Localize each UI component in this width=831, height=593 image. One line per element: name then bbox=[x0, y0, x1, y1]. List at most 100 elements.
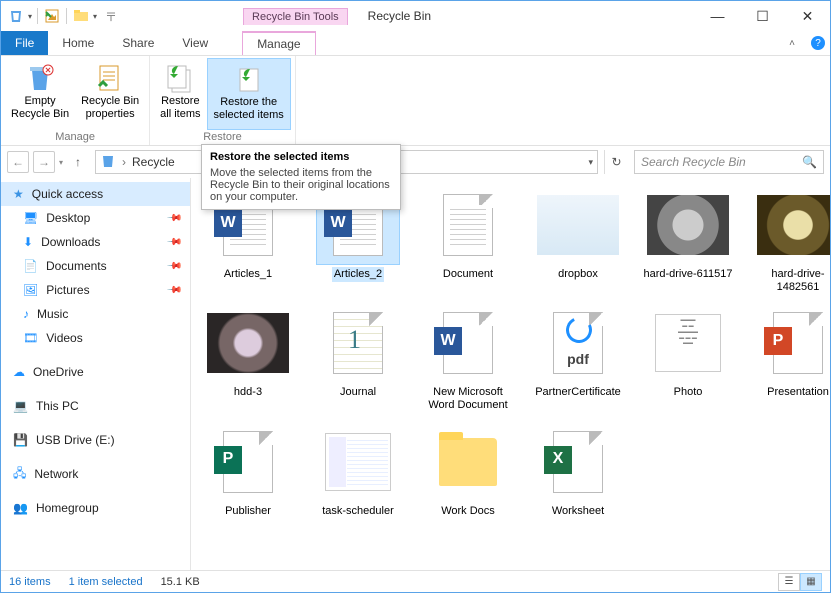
restore-all-icon bbox=[164, 61, 196, 95]
downloads-icon: ⬇ bbox=[23, 235, 33, 249]
qat-menu-icon[interactable]: ▾ bbox=[28, 12, 32, 21]
sidebar-music[interactable]: ♪Music bbox=[1, 302, 190, 326]
ribbon-label: Restore all items bbox=[160, 95, 200, 120]
forward-button[interactable]: → bbox=[33, 151, 55, 173]
recycle-bin-properties-button[interactable]: Recycle Bin properties bbox=[75, 58, 145, 130]
file-list[interactable]: WArticles_1 WArticles_2 Document dropbox… bbox=[191, 178, 830, 570]
sidebar-downloads[interactable]: ⬇Downloads📌 bbox=[1, 230, 190, 254]
tab-manage[interactable]: Manage bbox=[242, 31, 315, 55]
quick-access-toolbar: ▾ ▾ 〒 bbox=[1, 7, 123, 25]
onedrive-icon: ☁ bbox=[13, 365, 25, 379]
sidebar-pictures[interactable]: 🖼Pictures📌 bbox=[1, 278, 190, 302]
address-bar-row: ← → ▾ ↑ › Recycle ▾ ↻ Search Recycle Bin… bbox=[1, 146, 830, 178]
qat-overflow-icon[interactable]: 〒 bbox=[105, 8, 117, 25]
tab-home[interactable]: Home bbox=[48, 31, 108, 55]
sidebar-documents[interactable]: 📄Documents📌 bbox=[1, 254, 190, 278]
back-button[interactable]: ← bbox=[7, 151, 29, 173]
homegroup-icon: 👥 bbox=[13, 501, 28, 515]
chevron-down-icon[interactable]: ▾ bbox=[93, 12, 97, 21]
file-item[interactable]: ▬▬▬▬ ▬▬▬▬▬▬ ▬ ▬▬▬Photo bbox=[639, 304, 737, 412]
details-view-button[interactable]: ☰ bbox=[778, 573, 800, 591]
recycle-bin-icon[interactable] bbox=[7, 7, 25, 25]
tooltip-title: Restore the selected items bbox=[210, 151, 392, 163]
file-item[interactable]: 1Journal bbox=[309, 304, 407, 412]
tab-view[interactable]: View bbox=[168, 31, 222, 55]
status-size: 15.1 KB bbox=[161, 576, 200, 588]
restore-selected-items-button[interactable]: Restore the selected items bbox=[207, 58, 291, 130]
maximize-button[interactable]: ☐ bbox=[740, 1, 785, 31]
file-item[interactable]: Work Docs bbox=[419, 423, 517, 519]
file-item[interactable]: XWorksheet bbox=[529, 423, 627, 519]
history-dropdown-icon[interactable]: ▾ bbox=[59, 158, 63, 167]
usb-icon: 💾 bbox=[13, 433, 28, 447]
sidebar-quick-access[interactable]: ★Quick access bbox=[1, 182, 190, 206]
context-tab-label: Recycle Bin Tools bbox=[243, 8, 348, 25]
empty-recycle-bin-button[interactable]: Empty Recycle Bin bbox=[5, 58, 75, 130]
ribbon-label: Recycle Bin properties bbox=[81, 95, 139, 120]
file-item[interactable]: WNew Microsoft Word Document bbox=[419, 304, 517, 412]
file-item[interactable]: PPresentation bbox=[749, 304, 830, 412]
file-item[interactable]: hdd-3 bbox=[199, 304, 297, 412]
videos-icon: 🎞 bbox=[23, 331, 38, 345]
network-icon: 🖧 bbox=[13, 464, 26, 485]
tab-share[interactable]: Share bbox=[108, 31, 168, 55]
pin-icon: 📌 bbox=[165, 282, 182, 299]
status-bar: 16 items 1 item selected 15.1 KB ☰ ▦ bbox=[1, 570, 830, 592]
music-icon: ♪ bbox=[23, 307, 29, 321]
file-item[interactable]: dropbox bbox=[529, 186, 627, 294]
file-item[interactable]: task-scheduler bbox=[309, 423, 407, 519]
pin-icon: 📌 bbox=[165, 210, 182, 227]
properties-qat-icon[interactable] bbox=[43, 7, 61, 25]
star-icon: ★ bbox=[13, 187, 24, 201]
status-selected-count: 1 item selected bbox=[69, 576, 143, 588]
desktop-icon: 🖥 bbox=[23, 211, 38, 225]
empty-bin-icon bbox=[24, 61, 56, 95]
tab-file[interactable]: File bbox=[1, 31, 48, 55]
close-button[interactable]: ✕ bbox=[785, 1, 830, 31]
search-icon: 🔍 bbox=[802, 155, 817, 169]
minimize-button[interactable]: — bbox=[695, 1, 740, 31]
chevron-right-icon[interactable]: › bbox=[122, 155, 126, 169]
restore-selected-icon bbox=[233, 62, 265, 96]
image-thumb bbox=[207, 313, 289, 373]
tooltip: Restore the selected items Move the sele… bbox=[201, 144, 401, 210]
sidebar-desktop[interactable]: 🖥Desktop📌 bbox=[1, 206, 190, 230]
folder-icon bbox=[439, 438, 497, 486]
file-item[interactable]: PPublisher bbox=[199, 423, 297, 519]
ribbon-label: Empty Recycle Bin bbox=[11, 95, 69, 120]
sidebar-usb-drive[interactable]: 💾USB Drive (E:) bbox=[1, 428, 190, 452]
restore-all-items-button[interactable]: Restore all items bbox=[154, 58, 206, 130]
sidebar-homegroup[interactable]: 👥Homegroup bbox=[1, 496, 190, 520]
breadcrumb-item[interactable]: Recycle bbox=[132, 155, 175, 169]
search-input[interactable]: Search Recycle Bin 🔍 bbox=[634, 150, 824, 174]
ribbon-collapse-icon[interactable]: ˄ bbox=[784, 31, 800, 55]
icons-view-button[interactable]: ▦ bbox=[800, 573, 822, 591]
title-bar: ▾ ▾ 〒 Recycle Bin Tools Recycle Bin — ☐ … bbox=[1, 1, 830, 31]
file-item[interactable]: Document bbox=[419, 186, 517, 294]
up-button[interactable]: ↑ bbox=[67, 151, 89, 173]
sidebar-onedrive[interactable]: ☁OneDrive bbox=[1, 360, 190, 384]
documents-icon: 📄 bbox=[23, 259, 38, 273]
navigation-pane: ★Quick access 🖥Desktop📌 ⬇Downloads📌 📄Doc… bbox=[1, 178, 191, 570]
ribbon-tabs: File Home Share View Manage ˄ ? bbox=[1, 31, 830, 56]
image-thumb: ▬▬▬▬ ▬▬▬▬▬▬ ▬ ▬▬▬ bbox=[655, 314, 721, 372]
window-title: Recycle Bin bbox=[368, 9, 431, 23]
sidebar-videos[interactable]: 🎞Videos bbox=[1, 326, 190, 350]
address-dropdown-icon[interactable]: ▾ bbox=[588, 157, 593, 168]
properties-icon bbox=[94, 61, 126, 95]
recycle-bin-breadcrumb-icon bbox=[100, 153, 116, 172]
sidebar-this-pc[interactable]: 💻This PC bbox=[1, 394, 190, 418]
image-thumb bbox=[537, 195, 619, 255]
help-button[interactable]: ? bbox=[806, 31, 830, 55]
ribbon-group-restore: Restore bbox=[154, 130, 291, 145]
search-placeholder: Search Recycle Bin bbox=[641, 155, 746, 169]
pin-icon: 📌 bbox=[165, 258, 182, 275]
file-item[interactable]: hard-drive-611517 bbox=[639, 186, 737, 294]
file-item[interactable]: pdfPartnerCertificate bbox=[529, 304, 627, 412]
refresh-button[interactable]: ↻ bbox=[604, 150, 628, 174]
sidebar-network[interactable]: 🖧Network bbox=[1, 462, 190, 486]
image-thumb bbox=[757, 195, 830, 255]
folder-qat-icon[interactable] bbox=[72, 7, 90, 25]
file-item[interactable]: hard-drive-1482561 bbox=[749, 186, 830, 294]
ribbon: Empty Recycle Bin Recycle Bin properties… bbox=[1, 56, 830, 146]
